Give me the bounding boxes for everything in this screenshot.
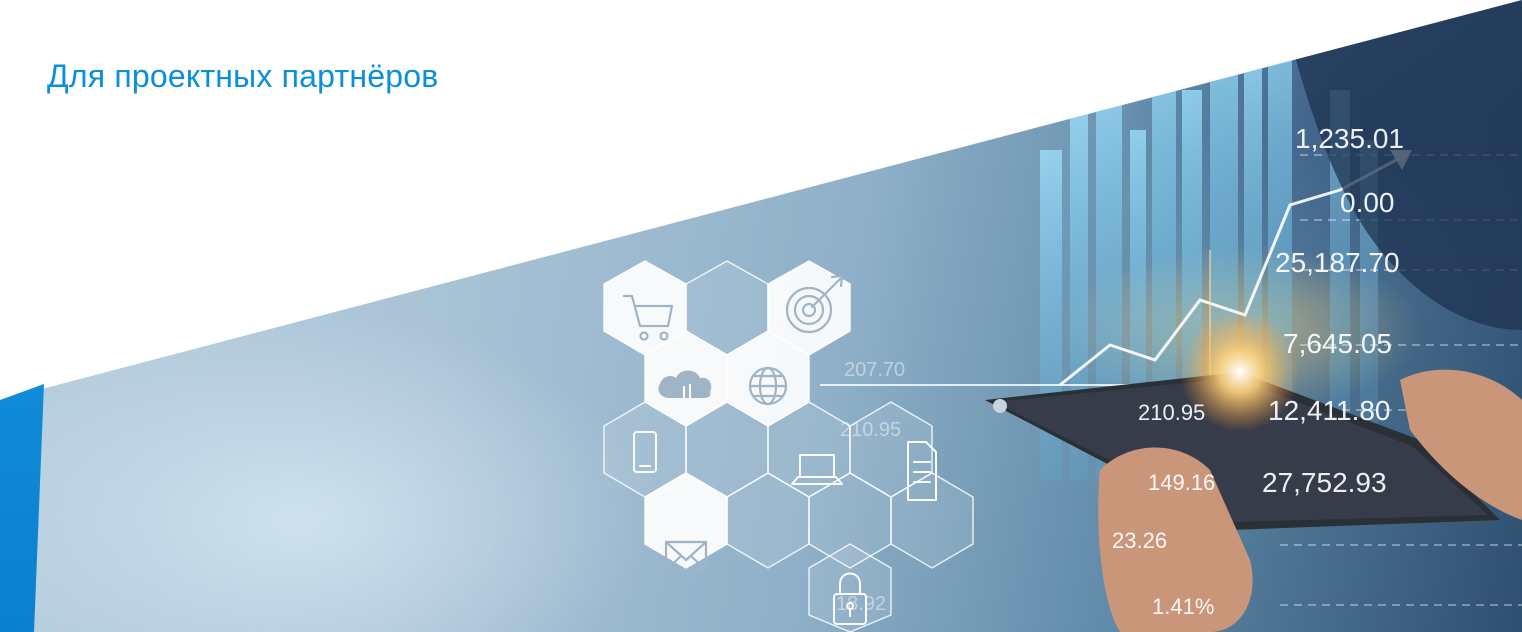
- dashboard-number: 18.92: [836, 593, 886, 615]
- dashboard-number: 207.70: [844, 359, 905, 381]
- hero-banner: Для проектных партнёров 1,235.01 0.00 25…: [0, 0, 1522, 632]
- dashboard-number: 210.95: [840, 419, 901, 441]
- suit-graphic: [1280, 0, 1522, 330]
- dashboard-number: 27,752.93: [1262, 467, 1387, 498]
- dashboard-number: 210.95: [1138, 400, 1205, 425]
- dashboard-number: 7,645.05: [1283, 328, 1392, 359]
- dashboard-number: 149.16: [1148, 470, 1215, 495]
- dashboard-number: 1.41%: [1152, 594, 1214, 619]
- dashboard-number: 23.26: [1112, 528, 1167, 553]
- dashboard-number: 0.00: [1340, 187, 1395, 218]
- hero-graphics: 1,235.01 0.00 25,187.70 7,645.05 12,411.…: [603, 0, 1522, 632]
- dashboard-number: 1,235.01: [1295, 123, 1404, 154]
- dashboard-number: 25,187.70: [1275, 247, 1400, 278]
- dashboard-number: 12,411.80: [1268, 395, 1391, 426]
